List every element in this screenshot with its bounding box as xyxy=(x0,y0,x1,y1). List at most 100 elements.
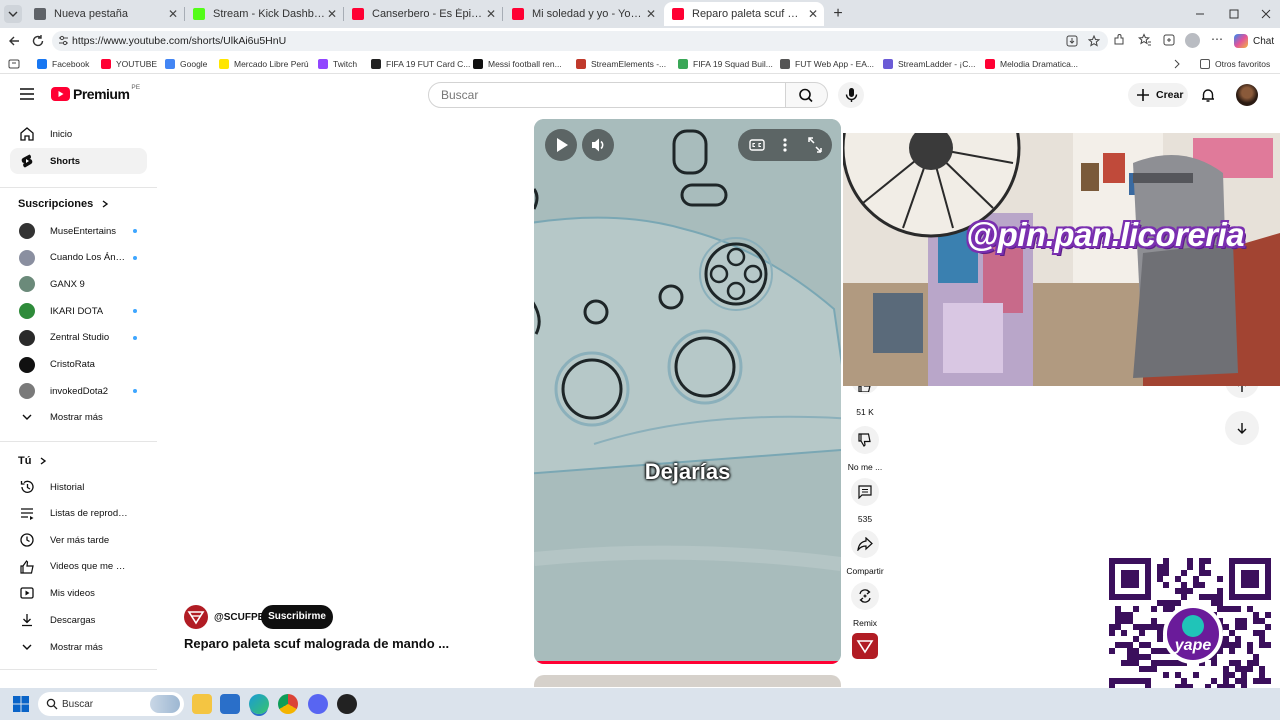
comments-button[interactable] xyxy=(851,478,879,506)
more-options-icon[interactable] xyxy=(770,129,800,161)
taskbar-search[interactable]: Buscar xyxy=(38,692,184,716)
bookmark-item[interactable]: Twitch xyxy=(318,57,357,71)
volume-button[interactable] xyxy=(582,129,614,161)
windows-start-icon[interactable] xyxy=(13,696,29,712)
bookmark-item[interactable]: Facebook xyxy=(37,57,89,71)
sidebar-subscription-item[interactable]: MuseEntertains xyxy=(10,218,147,244)
close-tab-icon[interactable]: ✕ xyxy=(644,7,658,21)
reload-icon[interactable] xyxy=(30,33,46,49)
bookmark-item[interactable]: FUT Web App - EA... xyxy=(780,57,874,71)
profile-avatar[interactable] xyxy=(1185,33,1200,48)
edge-browser-icon[interactable] xyxy=(249,694,269,714)
browser-tab[interactable]: Mi soledad y yo - YouTube✕ xyxy=(504,2,662,26)
sidebar-item-downloads[interactable]: Descargas xyxy=(10,607,147,633)
sidebar-subscription-item[interactable]: Zentral Studio xyxy=(10,325,147,351)
install-app-icon[interactable] xyxy=(1066,35,1078,47)
bookmark-item[interactable]: Melodia Dramatica... xyxy=(985,57,1078,71)
chrome-browser-icon[interactable] xyxy=(278,694,298,714)
more-menu-icon[interactable]: ⋯ xyxy=(1211,32,1223,46)
short-title[interactable]: Reparo paleta scuf malograda de mando ..… xyxy=(184,636,449,651)
bookmark-item[interactable]: StreamLadder - ¡C... xyxy=(883,57,975,71)
create-button[interactable]: Crear xyxy=(1128,83,1188,107)
channel-avatar[interactable] xyxy=(184,605,208,629)
close-tab-icon[interactable]: ✕ xyxy=(806,7,820,21)
obs-app-icon[interactable] xyxy=(337,694,357,714)
bookmark-item[interactable]: StreamElements -... xyxy=(576,57,666,71)
next-short-preview[interactable] xyxy=(534,675,841,687)
subscribe-button[interactable]: Suscribirme xyxy=(261,605,333,629)
sidebar-toggle-icon[interactable] xyxy=(8,58,20,70)
share-action[interactable]: Compartir xyxy=(845,530,885,576)
browser-tab[interactable]: Nueva pestaña ✕ xyxy=(26,2,185,26)
channel-name[interactable]: @SCUFPE xyxy=(214,612,264,623)
search-input[interactable]: Buscar xyxy=(428,82,786,108)
microsoft-store-icon[interactable] xyxy=(220,694,240,714)
subscriptions-heading[interactable]: Suscripciones xyxy=(18,198,111,210)
bookmark-item[interactable]: Mercado Libre Perú xyxy=(219,57,309,71)
bookmarks-overflow-icon[interactable] xyxy=(1172,57,1182,71)
copilot-chat-button[interactable]: Chat xyxy=(1234,32,1274,50)
new-tab-button[interactable]: + xyxy=(829,5,847,23)
comments-action[interactable]: 535 xyxy=(845,478,885,524)
remix-action[interactable]: Remix xyxy=(845,582,885,628)
bookmark-item[interactable]: Messi football ren... xyxy=(473,57,562,71)
sidebar-subscription-item[interactable]: invokedDota2 xyxy=(10,378,147,404)
address-bar[interactable]: https://www.youtube.com/shorts/UlkAi6u5H… xyxy=(52,31,1108,51)
favorite-star-icon[interactable] xyxy=(1088,35,1100,47)
video-progress-bar[interactable] xyxy=(534,661,841,664)
youtube-logo[interactable]: Premium PE xyxy=(51,84,140,102)
sidebar-subscription-item[interactable]: GANX 9 xyxy=(10,271,147,297)
collections-icon[interactable] xyxy=(1162,33,1176,47)
short-video-player[interactable]: Dejarías xyxy=(534,119,841,664)
sidebar-subscription-item[interactable]: CristoRata xyxy=(10,352,147,378)
sidebar-item-watch-later[interactable]: Ver más tarde xyxy=(10,527,147,553)
sound-thumbnail[interactable] xyxy=(852,633,878,659)
fullscreen-icon[interactable] xyxy=(800,129,830,161)
bookmark-item[interactable]: Google xyxy=(165,57,207,71)
remix-button[interactable] xyxy=(851,582,879,610)
sidebar-item-my-videos[interactable]: Mis videos xyxy=(10,580,147,606)
notifications-bell-icon[interactable] xyxy=(1200,87,1216,103)
favorites-icon[interactable] xyxy=(1138,33,1152,47)
sidebar-show-more-subscriptions[interactable]: Mostrar más xyxy=(10,404,147,430)
maximize-button[interactable] xyxy=(1226,6,1242,22)
sidebar-show-more-you[interactable]: Mostrar más xyxy=(10,634,147,660)
you-heading[interactable]: Tú xyxy=(18,455,49,467)
dislike-action[interactable]: No me ... xyxy=(845,426,885,472)
close-tab-icon[interactable]: ✕ xyxy=(484,7,498,21)
bookmark-item[interactable]: YOUTUBE xyxy=(101,57,157,71)
closed-captions-icon[interactable] xyxy=(742,129,772,161)
back-icon[interactable] xyxy=(6,33,22,49)
next-short-button[interactable] xyxy=(1225,411,1259,445)
browser-tab[interactable]: Reparo paleta scuf malograda de✕ xyxy=(664,2,824,26)
sidebar-item-liked[interactable]: Videos que me gustan xyxy=(10,554,147,580)
site-info-icon[interactable] xyxy=(58,35,69,47)
browser-tab[interactable]: Canserbero - Es Épico [Video Oficial]✕ xyxy=(344,2,503,26)
bookmark-item[interactable]: FIFA 19 FUT Card C... xyxy=(371,57,470,71)
search-button[interactable] xyxy=(786,82,828,108)
account-avatar[interactable] xyxy=(1236,84,1258,106)
sidebar-item-shorts[interactable]: Shorts xyxy=(10,148,147,174)
other-bookmarks[interactable]: Otros favoritos xyxy=(1200,57,1270,71)
dislike-button[interactable] xyxy=(851,426,879,454)
close-tab-icon[interactable]: ✕ xyxy=(166,7,180,21)
tab-list-chevron-icon[interactable] xyxy=(4,5,22,23)
extensions-icon[interactable] xyxy=(1112,33,1126,47)
sidebar-item-home[interactable]: Inicio xyxy=(10,121,147,147)
close-window-button[interactable] xyxy=(1258,6,1274,22)
sidebar-item-history[interactable]: Historial xyxy=(10,474,147,500)
minimize-button[interactable] xyxy=(1192,6,1208,22)
qr-module xyxy=(1115,606,1121,612)
voice-search-button[interactable] xyxy=(838,82,864,108)
file-explorer-icon[interactable] xyxy=(192,694,212,714)
discord-icon[interactable] xyxy=(308,694,328,714)
sidebar-item-playlists[interactable]: Listas de reproducción xyxy=(10,501,147,527)
play-button[interactable] xyxy=(545,129,577,161)
hamburger-menu-icon[interactable] xyxy=(19,87,35,101)
share-button[interactable] xyxy=(851,530,879,558)
close-tab-icon[interactable]: ✕ xyxy=(325,7,339,21)
sidebar-subscription-item[interactable]: Cuando Los Ángeles... xyxy=(10,245,147,271)
bookmark-item[interactable]: FIFA 19 Squad Buil... xyxy=(678,57,773,71)
sidebar-subscription-item[interactable]: IKARI DOTA xyxy=(10,298,147,324)
browser-tab[interactable]: Stream - Kick Dashboard ✕ xyxy=(185,2,344,26)
